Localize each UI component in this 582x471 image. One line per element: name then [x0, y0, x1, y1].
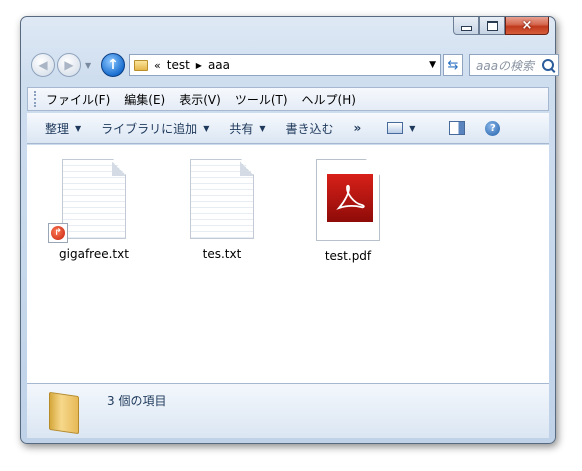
menu-view[interactable]: 表示(V): [179, 91, 221, 108]
shortcut-badge-icon: ↱: [48, 223, 68, 243]
burn-button[interactable]: 書き込む: [286, 120, 334, 137]
file-name: gigafree.txt: [59, 247, 129, 261]
menu-tools[interactable]: ツール(T): [235, 91, 288, 108]
caption-buttons: ×: [453, 17, 549, 37]
address-dropdown-icon[interactable]: ▼: [429, 60, 436, 70]
file-item-test-pdf[interactable]: test.pdf: [303, 159, 393, 263]
search-icon[interactable]: [542, 59, 554, 71]
views-icon: [387, 122, 404, 134]
recent-pages-dropdown-icon[interactable]: ▼: [85, 61, 91, 70]
page-fold: [240, 160, 253, 176]
close-icon: ×: [521, 18, 533, 33]
minimize-icon: [460, 25, 472, 31]
preview-pane-icon[interactable]: [449, 121, 466, 135]
menu-file[interactable]: ファイル(F): [46, 91, 110, 108]
file-icon-wrapper: ↱: [48, 159, 126, 243]
navigation-bar: ◀ ▶ ▼ ↑ « test ▶ aaa ▼ ⇆ aaaの検索: [29, 53, 559, 81]
file-name: tes.txt: [202, 247, 242, 261]
forward-arrow-icon: ▶: [64, 58, 74, 72]
close-button[interactable]: ×: [505, 17, 549, 35]
pdf-logo-icon: [327, 174, 373, 222]
up-folder-button[interactable]: ↑: [101, 53, 125, 77]
acrobat-icon: [336, 184, 365, 210]
maximize-icon: [486, 20, 498, 31]
menu-bar: ファイル(F) 編集(E) 表示(V) ツール(T) ヘルプ(H): [27, 87, 549, 111]
chevron-down-icon: ▼: [75, 123, 82, 133]
item-count: 3 個の項目: [107, 394, 167, 408]
breadcrumb-separator-icon[interactable]: ▶: [196, 61, 202, 70]
help-icon[interactable]: ?: [485, 120, 501, 136]
refresh-button[interactable]: ⇆: [443, 54, 463, 76]
command-bar: 整理 ▼ ライブラリに追加 ▼ 共有 ▼ 書き込む » ▼ ?: [27, 113, 549, 144]
file-name: test.pdf: [324, 249, 372, 263]
text-file-icon: [190, 159, 254, 239]
text-file-icon: [62, 159, 126, 239]
minimize-button[interactable]: [453, 17, 479, 35]
change-view-button[interactable]: ▼: [387, 122, 415, 134]
organize-button[interactable]: 整理 ▼: [45, 120, 81, 137]
burn-label: 書き込む: [285, 121, 334, 136]
forward-button[interactable]: ▶: [57, 53, 81, 77]
shortcut-arrow-icon: ↱: [51, 226, 65, 240]
up-arrow-icon: ↑: [107, 57, 119, 73]
chevron-down-icon: ▼: [203, 123, 210, 133]
organize-label: 整理: [45, 121, 70, 136]
breadcrumb-overflow[interactable]: «: [154, 59, 161, 72]
share-label: 共有: [229, 121, 254, 136]
menu-edit[interactable]: 編集(E): [124, 91, 165, 108]
more-commands-button[interactable]: »: [354, 121, 362, 135]
add-to-library-button[interactable]: ライブラリに追加 ▼: [101, 120, 209, 137]
address-bar[interactable]: « test ▶ aaa ▼: [129, 54, 441, 76]
details-pane: 3 個の項目: [27, 383, 549, 438]
share-button[interactable]: 共有 ▼: [229, 120, 265, 137]
file-item-gigafree[interactable]: ↱ gigafree.txt: [48, 159, 139, 261]
folder-icon: [49, 391, 79, 435]
page-fold: [112, 160, 125, 176]
refresh-icon: ⇆: [447, 57, 459, 73]
maximize-button[interactable]: [479, 17, 505, 35]
menu-help[interactable]: ヘルプ(H): [302, 91, 356, 108]
library-label: ライブラリに追加: [101, 121, 198, 136]
search-placeholder: aaaの検索: [476, 58, 535, 73]
search-box[interactable]: aaaの検索: [469, 54, 559, 76]
breadcrumb-item-aaa[interactable]: aaa: [208, 58, 230, 72]
chevron-down-icon: ▼: [409, 123, 416, 133]
back-arrow-icon: ◀: [38, 58, 48, 72]
chevron-down-icon: ▼: [259, 123, 266, 133]
file-list: ↱ gigafree.txt tes.txt test.pdf: [27, 145, 549, 383]
back-button[interactable]: ◀: [31, 53, 55, 77]
breadcrumb-item-test[interactable]: test: [167, 58, 190, 72]
pdf-file-icon: [316, 159, 380, 241]
explorer-window: × ◀ ▶ ▼ ↑ « test ▶ aaa ▼ ⇆ aaaの検索 ファイル(F…: [20, 16, 559, 444]
file-item-tes[interactable]: tes.txt: [177, 159, 267, 261]
folder-icon: [134, 59, 148, 71]
